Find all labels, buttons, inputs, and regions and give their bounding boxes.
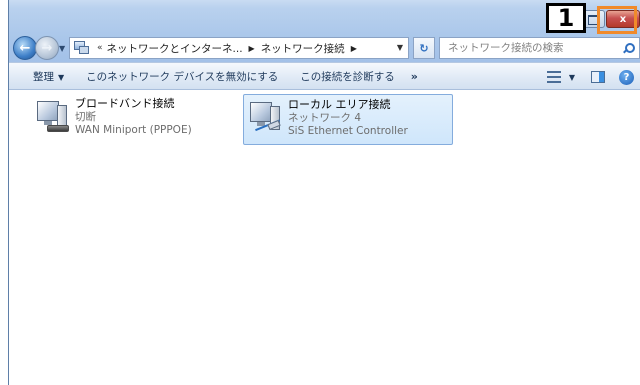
step-marker: 1 — [546, 3, 586, 33]
refresh-icon: ↻ — [419, 41, 429, 55]
refresh-button[interactable]: ↻ — [413, 37, 435, 59]
connection-status: 切断 — [75, 111, 96, 123]
search-input[interactable] — [440, 38, 639, 58]
forward-button[interactable]: → — [35, 36, 59, 60]
connection-status: ネットワーク 4 — [288, 112, 362, 124]
connections-view[interactable]: ブロードバンド接続 切断 WAN Miniport (PPPOE) ローカル エ… — [9, 90, 640, 385]
help-icon[interactable]: ? — [619, 69, 634, 85]
connection-name: ブロードバンド接続 — [75, 97, 175, 110]
back-arrow-icon: ← — [19, 40, 31, 56]
connection-item-broadband[interactable]: ブロードバンド接続 切断 WAN Miniport (PPPOE) — [31, 94, 221, 145]
local-area-connection-icon — [246, 98, 286, 139]
breadcrumb-overflow[interactable]: « — [97, 43, 103, 53]
forward-arrow-icon: → — [41, 40, 53, 56]
address-bar[interactable]: « ネットワークとインターネ... ▶ ネットワーク接続 ▶ ▼ — [69, 37, 409, 59]
disable-device-button[interactable]: このネットワーク デバイスを無効にする — [86, 69, 278, 84]
connection-item-local-area[interactable]: ローカル エリア接続 ネットワーク 4 SiS Ethernet Control… — [243, 94, 453, 145]
recent-pages-dropdown[interactable]: ▼ — [59, 44, 65, 53]
breadcrumb-chevron-icon[interactable]: ▶ — [249, 44, 255, 53]
breadcrumb-network-connections[interactable]: ネットワーク接続 — [261, 41, 345, 56]
address-dropdown-icon[interactable]: ▼ — [397, 43, 403, 52]
toolbar-right: ▼ ? — [546, 63, 640, 91]
navigation-bar: ← → ▼ « ネットワークとインターネ... ▶ ネットワーク接続 ▶ ▼ ↻ — [9, 36, 640, 60]
back-button[interactable]: ← — [13, 36, 37, 60]
organize-label: 整理 — [33, 70, 54, 83]
search-icon[interactable] — [623, 43, 635, 53]
diagnose-connection-button[interactable]: この接続を診断する — [300, 69, 395, 84]
explorer-window: x ← → ▼ « ネットワークとインターネ... ▶ ネットワーク接続 ▶ ▼… — [8, 0, 640, 385]
connection-details: ブロードバンド接続 切断 WAN Miniport (PPPOE) — [75, 94, 192, 145]
change-view-icon[interactable] — [546, 71, 561, 83]
breadcrumb-chevron-icon[interactable]: ▶ — [351, 44, 357, 53]
preview-pane-icon[interactable] — [591, 71, 605, 83]
breadcrumb-network-and-internet[interactable]: ネットワークとインターネ... — [107, 41, 243, 56]
connection-device: SiS Ethernet Controller — [288, 125, 408, 137]
more-commands-button[interactable]: » — [411, 70, 418, 83]
broadband-connection-icon — [33, 97, 73, 137]
network-connections-icon — [74, 41, 89, 55]
command-bar: 整理 ▼ このネットワーク デバイスを無効にする この接続を診断する » ▼ ? — [9, 62, 640, 90]
connection-details: ローカル エリア接続 ネットワーク 4 SiS Ethernet Control… — [288, 95, 408, 144]
view-options-chevron-icon[interactable]: ▼ — [569, 73, 575, 82]
connection-device: WAN Miniport (PPPOE) — [75, 124, 192, 136]
chevron-down-icon: ▼ — [58, 72, 65, 82]
close-button-highlight — [597, 6, 637, 34]
search-box[interactable] — [439, 37, 640, 59]
connection-name: ローカル エリア接続 — [288, 98, 391, 111]
organize-menu[interactable]: 整理 ▼ — [33, 69, 64, 84]
